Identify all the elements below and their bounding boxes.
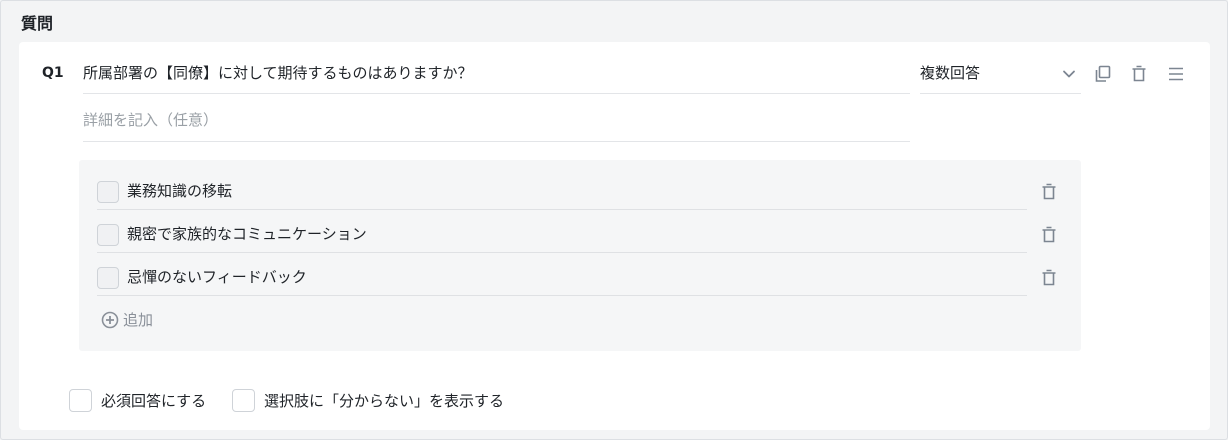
answer-type-select[interactable]: 複数回答 xyxy=(920,62,1081,94)
question-title-input[interactable]: 所属部署の【同僚】に対して期待するものはありますか？ xyxy=(83,62,910,94)
add-option-label: 追加 xyxy=(123,311,154,329)
answer-type-value: 複数回答 xyxy=(920,64,981,82)
trash-icon[interactable] xyxy=(1129,64,1149,84)
option-label[interactable]: 業務知識の移転 xyxy=(127,181,232,201)
question-card: Q1 所属部署の【同僚】に対して期待するものはありますか？ 詳細を記入（任意） … xyxy=(19,42,1210,430)
question-description-input[interactable]: 詳細を記入（任意） xyxy=(83,109,910,142)
option-row: 親密で家族的なコミュニケーション xyxy=(97,221,1027,253)
copy-icon[interactable] xyxy=(1093,64,1113,84)
chevron-down-icon xyxy=(1061,66,1077,88)
required-checkbox[interactable] xyxy=(69,389,92,412)
option-row: 忌憚のないフィードバック xyxy=(97,264,1027,296)
required-label: 必須回答にする xyxy=(101,392,207,410)
trash-icon[interactable] xyxy=(1039,225,1059,245)
drag-handle-icon[interactable] xyxy=(1166,64,1186,84)
option-checkbox[interactable] xyxy=(97,267,119,289)
option-checkbox[interactable] xyxy=(97,181,119,203)
show-unknown-label: 選択肢に「分からない」を表示する xyxy=(264,392,505,410)
plus-circle-icon xyxy=(101,311,119,334)
option-label[interactable]: 親密で家族的なコミュニケーション xyxy=(127,224,367,244)
show-unknown-checkbox[interactable] xyxy=(232,389,255,412)
option-checkbox[interactable] xyxy=(97,224,119,246)
question-number: Q1 xyxy=(42,65,64,81)
trash-icon[interactable] xyxy=(1039,182,1059,202)
trash-icon[interactable] xyxy=(1039,268,1059,288)
section-title: 質問 xyxy=(21,14,54,33)
option-label[interactable]: 忌憚のないフィードバック xyxy=(127,267,307,287)
options-list: 業務知識の移転 親密で家族的なコミュニケーション 忌憚のないフィードバック 追加 xyxy=(79,160,1081,351)
question-section: 質問 Q1 所属部署の【同僚】に対して期待するものはありますか？ 詳細を記入（任… xyxy=(0,0,1228,440)
option-row: 業務知識の移転 xyxy=(97,178,1027,210)
